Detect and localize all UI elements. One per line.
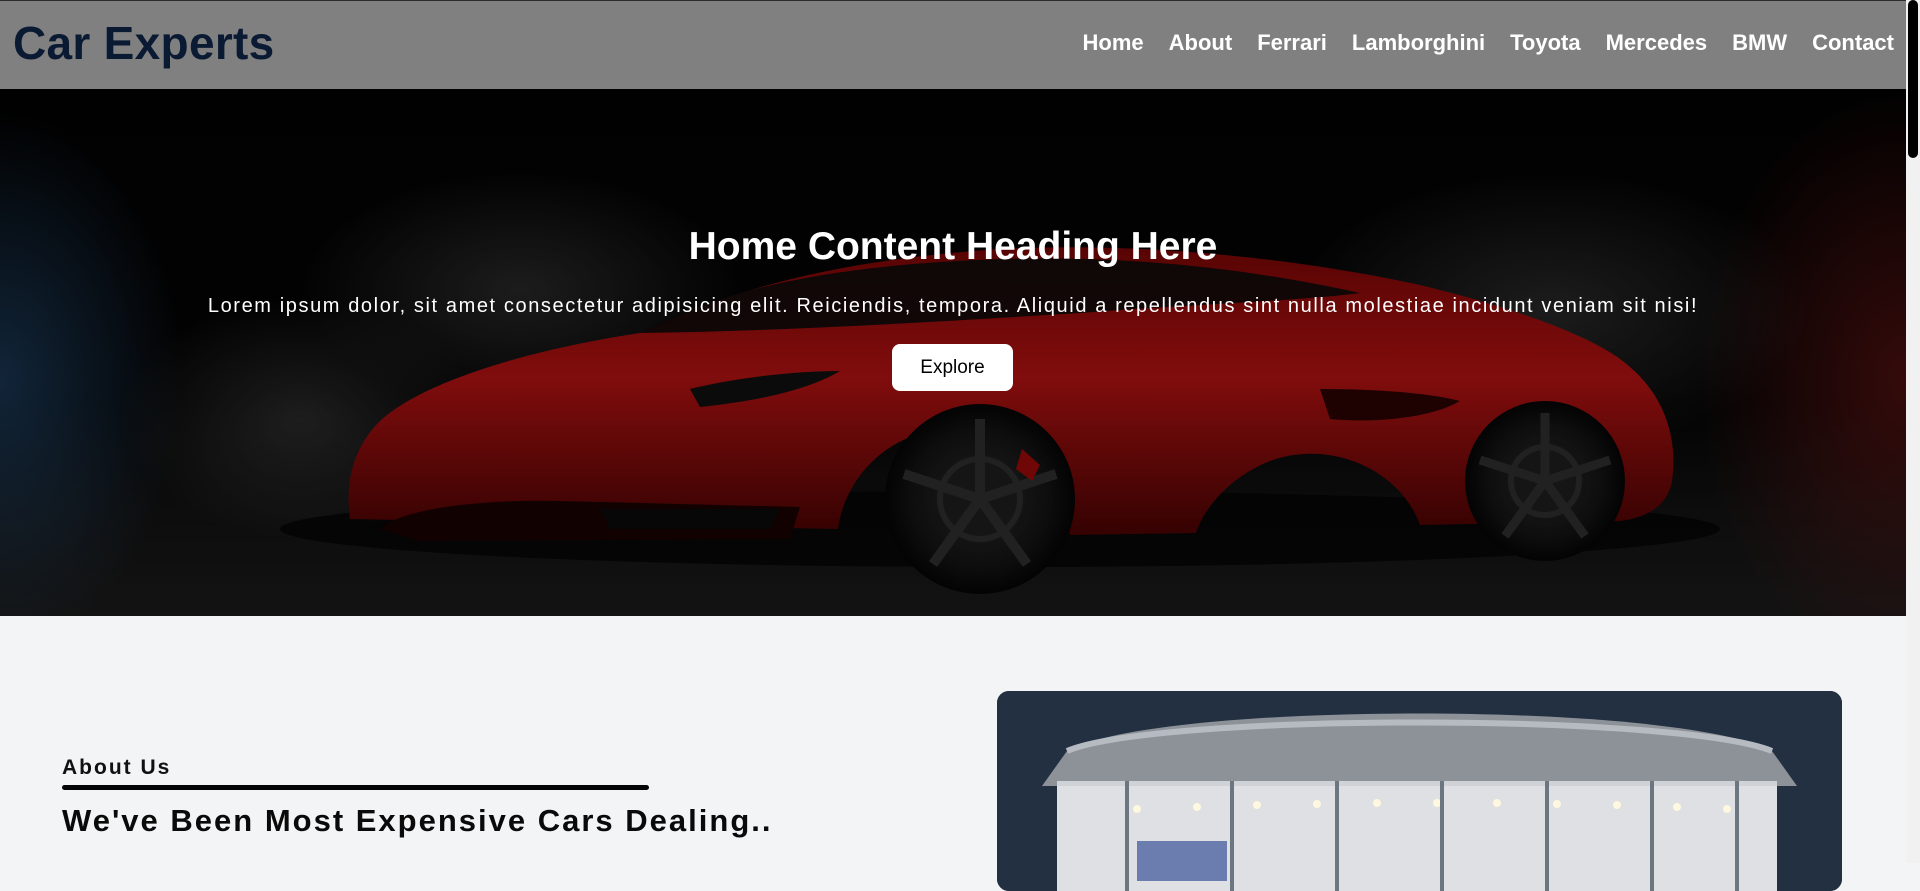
- about-heading: We've Been Most Expensive Cars Dealing..: [62, 803, 773, 838]
- about-eyebrow: About Us: [62, 756, 172, 779]
- hero-title: Home Content Heading Here: [688, 225, 1218, 268]
- about-underline: [62, 785, 649, 790]
- main-nav: Home About Ferrari Lamborghini Toyota Me…: [1083, 30, 1894, 56]
- showroom-illustration: [997, 691, 1842, 891]
- hero-content: Home Content Heading Here Lorem ipsum do…: [0, 89, 1906, 616]
- site-header: Car Experts Home About Ferrari Lamborghi…: [0, 0, 1906, 89]
- nav-link-mercedes[interactable]: Mercedes: [1606, 30, 1708, 56]
- showroom-image: [997, 691, 1842, 891]
- nav-link-lamborghini[interactable]: Lamborghini: [1352, 30, 1485, 56]
- nav-link-contact[interactable]: Contact: [1812, 30, 1894, 56]
- site-logo[interactable]: Car Experts: [13, 16, 275, 70]
- hero-description: Lorem ipsum dolor, sit amet consectetur …: [207, 295, 1699, 317]
- page-scrollbar[interactable]: [1906, 0, 1920, 863]
- hero-section: Home Content Heading Here Lorem ipsum do…: [0, 89, 1906, 616]
- nav-link-about[interactable]: About: [1169, 30, 1233, 56]
- scrollbar-thumb[interactable]: [1908, 0, 1918, 158]
- explore-button[interactable]: Explore: [892, 344, 1013, 391]
- nav-link-bmw[interactable]: BMW: [1732, 30, 1787, 56]
- nav-link-home[interactable]: Home: [1083, 30, 1144, 56]
- nav-link-ferrari[interactable]: Ferrari: [1257, 30, 1327, 56]
- nav-link-toyota[interactable]: Toyota: [1510, 30, 1580, 56]
